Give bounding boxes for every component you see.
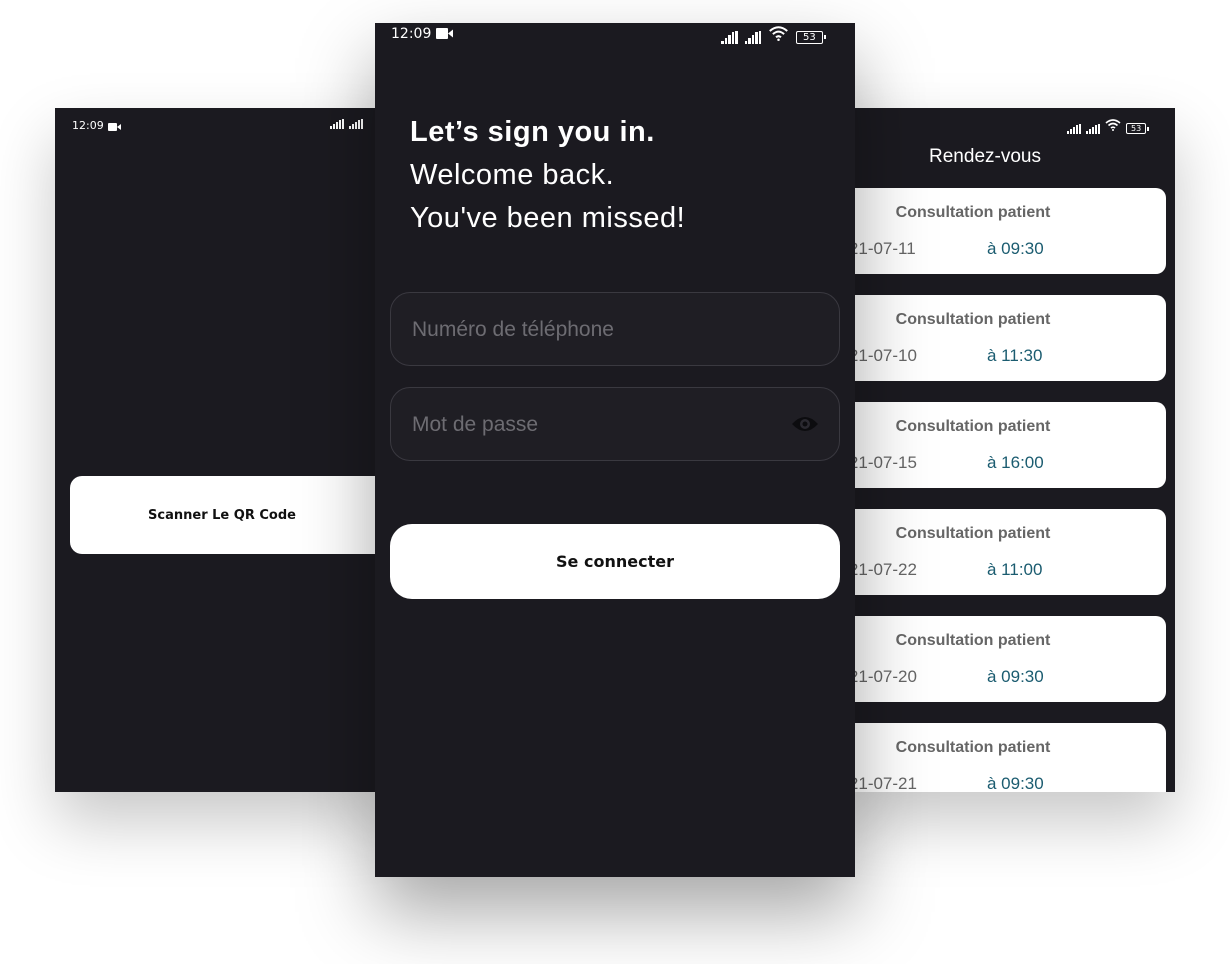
page-title: Rendez-vous xyxy=(929,146,1041,167)
status-bar: 53 xyxy=(835,108,1175,134)
appointment-time: à 11:00 xyxy=(987,560,1043,579)
login-button[interactable]: Se connecter xyxy=(390,524,840,599)
appointment-time: à 09:30 xyxy=(987,774,1044,792)
appointment-title: Consultation patient xyxy=(895,204,1051,221)
status-bar: 12:09 xyxy=(55,108,395,132)
appointment-title: Consultation patient xyxy=(895,739,1051,756)
password-field xyxy=(390,387,840,462)
headline-subtitle: Welcome back. xyxy=(410,159,615,191)
scan-qr-code-button[interactable]: Scanner Le QR Code xyxy=(70,476,395,554)
video-camera-icon xyxy=(108,121,121,134)
battery-icon: 53 xyxy=(1126,123,1150,134)
appointment-card[interactable]: Consultation patient 2021-07-20 à 09:30 xyxy=(835,616,1166,702)
signal-icon xyxy=(330,119,344,129)
login-screen: 12:09 53 Let’s sign you in. Welcome back… xyxy=(375,23,855,877)
headline: Let’s sign you in. Welcome back. You've … xyxy=(410,111,685,240)
phone-field xyxy=(390,292,840,367)
password-input[interactable] xyxy=(410,388,794,462)
appointments-screen: 53 Rendez-vous Consultation patient 2021… xyxy=(835,108,1175,792)
appointment-card[interactable]: Consultation patient 2021-07-11 à 09:30 xyxy=(835,188,1166,274)
signal-icon xyxy=(349,119,363,129)
appointment-card[interactable]: Consultation patient 2021-07-10 à 11:30 xyxy=(835,295,1166,381)
signal-icon xyxy=(1086,124,1100,134)
appointment-time: à 09:30 xyxy=(987,667,1044,686)
appointment-title: Consultation patient xyxy=(895,418,1051,435)
eye-icon[interactable] xyxy=(791,414,819,438)
appointment-title: Consultation patient xyxy=(895,525,1051,542)
status-icons: 53 xyxy=(1067,119,1150,134)
appointment-title: Consultation patient xyxy=(895,632,1051,649)
qr-scanner-screen: 12:09 Scanner Le QR Code xyxy=(55,108,395,792)
appointment-list: Consultation patient 2021-07-11 à 09:30 … xyxy=(835,188,1166,792)
status-icons xyxy=(330,119,363,129)
status-icons: 53 xyxy=(721,26,826,44)
status-time: 12:09 xyxy=(391,26,432,42)
phone-input[interactable] xyxy=(410,293,794,367)
wifi-icon xyxy=(768,26,789,44)
headline-title: Let’s sign you in. xyxy=(410,116,655,148)
signal-icon xyxy=(1067,124,1081,134)
appointment-card[interactable]: Consultation patient 2021-07-15 à 16:00 xyxy=(835,402,1166,488)
status-time: 12:09 xyxy=(72,119,104,132)
video-camera-icon xyxy=(436,28,453,42)
appointment-title: Consultation patient xyxy=(895,311,1051,328)
signal-icon xyxy=(721,31,738,44)
wifi-icon xyxy=(1105,119,1121,134)
appointment-time: à 11:30 xyxy=(987,346,1043,365)
appointment-time: à 16:00 xyxy=(987,453,1044,472)
battery-icon: 53 xyxy=(796,31,826,44)
signal-icon xyxy=(744,31,761,44)
headline-subtitle: You've been missed! xyxy=(410,202,686,234)
status-bar: 12:09 53 xyxy=(375,23,855,45)
appointment-card[interactable]: Consultation patient 2021-07-21 à 09:30 xyxy=(835,723,1166,792)
appointment-time: à 09:30 xyxy=(987,239,1044,258)
appointment-card[interactable]: Consultation patient 2021-07-22 à 11:00 xyxy=(835,509,1166,595)
